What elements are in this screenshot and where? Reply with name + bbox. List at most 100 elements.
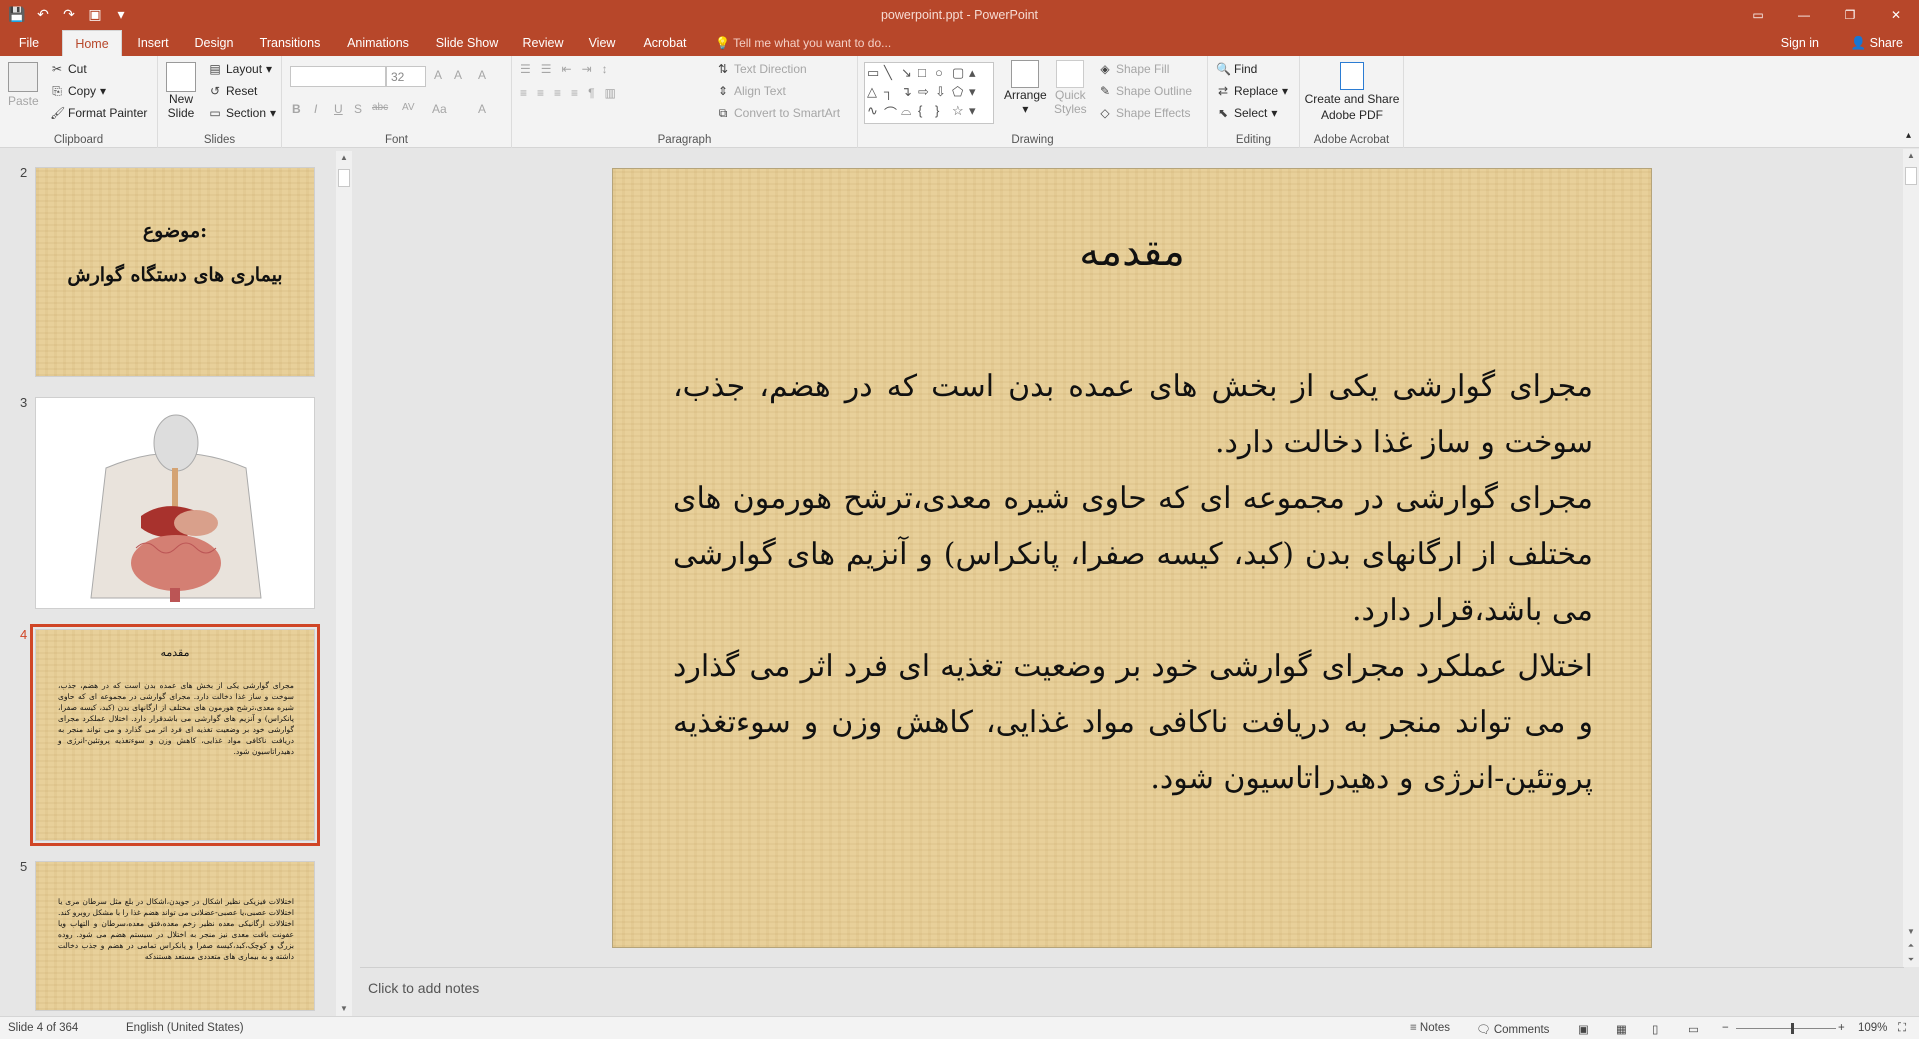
zoom-slider[interactable] xyxy=(1736,1023,1836,1034)
slide-thumbnail[interactable]: موضوع: بیماری های دستگاه گوارش xyxy=(35,167,315,377)
fit-to-window-icon[interactable]: ⛶ xyxy=(1898,1022,1906,1035)
clear-formatting-icon: A xyxy=(478,68,487,82)
tab-transitions[interactable]: Transitions xyxy=(252,30,328,56)
new-slide-button[interactable]: New Slide xyxy=(166,62,196,120)
tab-animations[interactable]: Animations xyxy=(340,30,416,56)
zoom-slider-thumb[interactable] xyxy=(1791,1023,1794,1034)
tab-file[interactable]: File xyxy=(6,30,52,56)
bold-button[interactable]: B xyxy=(292,102,301,116)
sign-in-link[interactable]: Sign in xyxy=(1781,30,1819,56)
collapse-ribbon-icon[interactable]: ▴ xyxy=(1906,130,1911,141)
increase-indent-icon: ⇥ xyxy=(581,62,598,76)
notes-toggle[interactable]: ≡ Notes xyxy=(1410,1022,1450,1034)
paste-button[interactable]: Paste xyxy=(8,62,39,108)
grow-font-button[interactable]: A xyxy=(434,68,442,82)
share-button[interactable]: 👤 Share xyxy=(1851,30,1903,56)
scroll-thumb[interactable] xyxy=(1905,167,1917,185)
bullets-icon: ☰ xyxy=(520,62,537,76)
thumbnails-scrollbar[interactable]: ▲ ▼ xyxy=(336,151,352,1016)
quick-styles-button[interactable]: Quick Styles xyxy=(1054,60,1087,116)
reset-icon: ↺ xyxy=(209,84,221,98)
shapes-gallery[interactable]: ▭ ╲ ↘ □ ○ ▢ ▴ △ ┐ ↴ ⇨ ⇩ ⬠ ▾ ∿ ⌒ ⌓ {} ☆ ▾ xyxy=(864,62,994,124)
strikethrough-button[interactable]: abc xyxy=(372,102,388,113)
alignment-buttons[interactable]: ≡ ≡ ≡ ≡ ¶ ▥ xyxy=(520,86,622,100)
shrink-font-button[interactable]: A xyxy=(454,68,462,82)
shape-fill-button[interactable]: ◈ Shape Fill xyxy=(1098,62,1169,76)
comments-toggle[interactable]: 🗨 Comments xyxy=(1476,1022,1549,1036)
tab-design[interactable]: Design xyxy=(188,30,240,56)
ribbon-display-options-button[interactable]: ▭ xyxy=(1735,0,1781,30)
minimize-button[interactable]: — xyxy=(1781,0,1827,30)
drawing-group-label: Drawing xyxy=(1011,134,1054,146)
thumb-number: 5 xyxy=(20,859,28,874)
paragraph-group-label: Paragraph xyxy=(657,134,712,146)
slide-thumbnail-selected[interactable]: مقدمه مجرای گوارشی یکی از بخش های عمده ب… xyxy=(30,624,320,846)
restore-button[interactable]: ❐ xyxy=(1827,0,1873,30)
italic-button[interactable]: I xyxy=(314,102,317,116)
slide-thumbnail[interactable]: اختلالات فیزیکی نظیر اشکال در جویدن،اشکا… xyxy=(35,861,315,1011)
shape-effects-button[interactable]: ◇ Shape Effects xyxy=(1098,106,1190,120)
close-button[interactable]: ✕ xyxy=(1873,0,1919,30)
zoom-out-icon[interactable]: − xyxy=(1722,1022,1729,1034)
clear-formatting-button[interactable]: A xyxy=(478,68,486,82)
ribbon-tabs: File Home Insert Design Transitions Anim… xyxy=(0,30,1919,56)
copy-button[interactable]: ⎘ Copy ▾ xyxy=(50,84,106,98)
acrobat-group-label: Adobe Acrobat xyxy=(1313,134,1390,146)
scroll-up-icon[interactable]: ▲ xyxy=(336,151,352,165)
next-slide-icon[interactable]: ⏷ xyxy=(1903,953,1919,967)
language-indicator[interactable]: English (United States) xyxy=(126,1022,244,1034)
align-text-button[interactable]: ⇕ Align Text xyxy=(716,84,786,98)
scroll-down-icon[interactable]: ▼ xyxy=(1903,925,1919,939)
notes-pane[interactable]: Click to add notes xyxy=(360,967,1904,1016)
layout-button[interactable]: ▤ Layout ▾ xyxy=(208,62,272,76)
font-name-box[interactable] xyxy=(290,66,386,87)
find-button[interactable]: 🔍 Find xyxy=(1216,62,1257,76)
slide-thumbnail[interactable] xyxy=(35,397,315,609)
tab-home[interactable]: Home xyxy=(62,30,122,56)
zoom-level[interactable]: 109% xyxy=(1858,1022,1887,1034)
scroll-thumb[interactable] xyxy=(338,169,350,187)
tab-slide-show[interactable]: Slide Show xyxy=(428,30,506,56)
previous-slide-icon[interactable]: ⏶ xyxy=(1903,939,1919,953)
list-buttons[interactable]: ☰ ☰ ⇤ ⇥ ↕ xyxy=(520,62,614,76)
scroll-down-icon[interactable]: ▼ xyxy=(336,1002,352,1016)
shape-outline-button[interactable]: ✎ Shape Outline xyxy=(1098,84,1192,98)
section-button[interactable]: ▭ Section ▾ xyxy=(208,106,276,120)
character-spacing-button[interactable]: AV xyxy=(402,102,415,113)
reading-view-icon[interactable]: ▯ xyxy=(1652,1022,1658,1036)
text-direction-button[interactable]: ⇅ Text Direction xyxy=(716,62,807,76)
font-color-button[interactable]: A xyxy=(478,102,486,116)
slides-group-label: Slides xyxy=(203,134,236,146)
smartart-button[interactable]: ⧉ Convert to SmartArt xyxy=(716,106,840,120)
underline-button[interactable]: U xyxy=(334,102,343,116)
select-button[interactable]: ⬉ Select ▾ xyxy=(1216,106,1277,120)
change-case-button[interactable]: Aa xyxy=(432,102,447,116)
tab-insert[interactable]: Insert xyxy=(128,30,178,56)
tab-acrobat[interactable]: Acrobat xyxy=(636,30,694,56)
more-shapes-icon: ▾ xyxy=(969,103,976,118)
reset-button[interactable]: ↺ Reset xyxy=(208,84,257,98)
slide-body[interactable]: مجرای گوارشی یکی از بخش های عمده بدن است… xyxy=(673,359,1593,807)
slide-title[interactable]: مقدمه xyxy=(613,229,1651,275)
title-bar: 💾 ↶ ↷ ▣ ▾ powerpoint.ppt - PowerPoint ▭ … xyxy=(0,0,1919,30)
arrange-button[interactable]: Arrange ▾ xyxy=(1004,60,1047,116)
current-slide[interactable]: مقدمه مجرای گوارشی یکی از بخش های عمده ب… xyxy=(612,168,1652,948)
paragraph-group: ☰ ☰ ⇤ ⇥ ↕ ≡ ≡ ≡ ≡ ¶ ▥ ⇅ Text Direction ⇕ Align Text… xyxy=(512,56,858,148)
numbering-icon: ☰ xyxy=(540,62,558,76)
normal-view-icon[interactable]: ▣ xyxy=(1578,1022,1589,1036)
shadow-button[interactable]: S xyxy=(354,102,362,116)
replace-button[interactable]: ⇄ Replace ▾ xyxy=(1216,84,1288,98)
scroll-up-icon[interactable]: ▲ xyxy=(1903,149,1919,163)
main-scrollbar[interactable]: ▲ ▼ ⏶ ⏷ xyxy=(1903,149,1919,967)
tab-view[interactable]: View xyxy=(580,30,624,56)
tab-review[interactable]: Review xyxy=(518,30,568,56)
format-painter-button[interactable]: 🖌 Format Painter xyxy=(50,106,147,120)
tell-me-box[interactable]: 💡 Tell me what you want to do... xyxy=(715,30,891,56)
font-size-box[interactable]: 32 xyxy=(386,66,426,87)
slide-sorter-icon[interactable]: ▦ xyxy=(1616,1022,1627,1036)
zoom-in-icon[interactable]: + xyxy=(1838,1022,1845,1034)
create-pdf-button[interactable]: Create and Share Adobe PDF xyxy=(1305,62,1399,122)
cut-button[interactable]: ✂ Cut xyxy=(50,62,87,76)
reset-label: Reset xyxy=(226,84,258,98)
slideshow-view-icon[interactable]: ▭ xyxy=(1688,1022,1699,1036)
